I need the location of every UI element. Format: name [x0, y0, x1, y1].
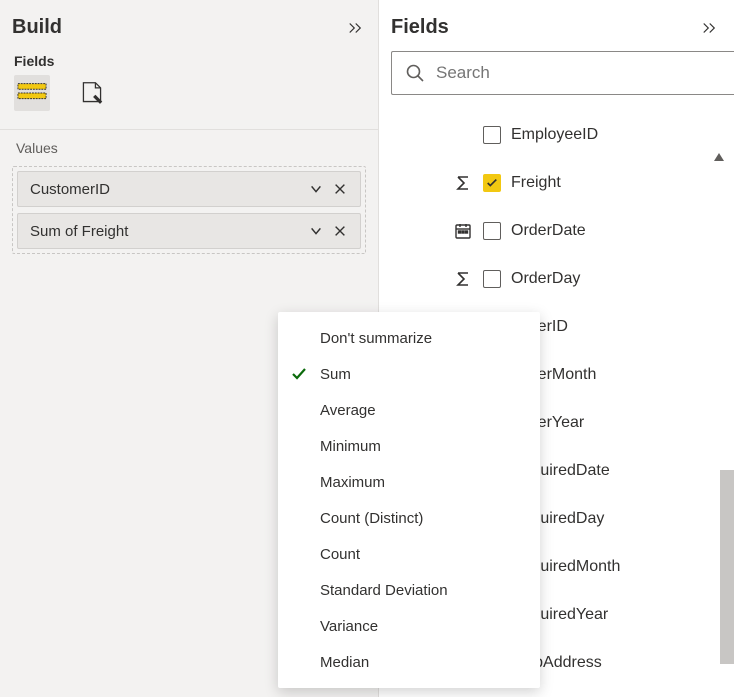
field-row[interactable]: EmployeeID	[391, 111, 734, 159]
value-pill[interactable]: CustomerID	[17, 171, 361, 207]
aggregation-option[interactable]: Don't summarize	[278, 320, 540, 356]
field-label: Freight	[511, 174, 561, 192]
aggregation-option-label: Average	[320, 402, 376, 419]
values-label: Values	[16, 140, 366, 156]
pill-remove-button[interactable]	[328, 219, 352, 243]
pill-dropdown-button[interactable]	[304, 177, 328, 201]
field-checkbox[interactable]	[483, 270, 501, 288]
table-visual-button[interactable]	[14, 75, 50, 111]
sigma-icon	[453, 270, 473, 288]
aggregation-menu: Don't summarize Sum Average Minimum Maximum C…	[278, 312, 540, 688]
build-title: Build	[12, 16, 62, 39]
aggregation-option[interactable]: Median	[278, 644, 540, 680]
scrollbar-thumb[interactable]	[720, 470, 734, 664]
aggregation-option-label: Sum	[320, 366, 351, 383]
aggregation-option[interactable]: Sum	[278, 356, 540, 392]
aggregation-option[interactable]: Maximum	[278, 464, 540, 500]
pill-dropdown-button[interactable]	[304, 219, 328, 243]
fields-title: Fields	[391, 16, 449, 39]
field-label: OrderDay	[511, 270, 580, 288]
field-checkbox[interactable]	[483, 174, 501, 192]
build-fields-label: Fields	[14, 53, 366, 69]
aggregation-option-label: Maximum	[320, 474, 385, 491]
aggregation-option-label: Count	[320, 546, 360, 563]
aggregation-option-label: Median	[320, 654, 369, 671]
aggregation-option[interactable]: Standard Deviation	[278, 572, 540, 608]
search-input[interactable]	[391, 51, 734, 95]
search-icon	[405, 63, 425, 88]
calendar-icon	[453, 222, 473, 240]
pill-remove-button[interactable]	[328, 177, 352, 201]
check-icon	[290, 365, 308, 387]
field-row[interactable]: OrderDate	[391, 207, 734, 255]
field-label: EmployeeID	[511, 126, 598, 144]
scroll-up-icon[interactable]	[714, 148, 724, 166]
aggregation-option[interactable]: Variance	[278, 608, 540, 644]
aggregation-option-label: Count (Distinct)	[320, 510, 423, 527]
aggregation-option-label: Minimum	[320, 438, 381, 455]
aggregation-option-label: Don't summarize	[320, 330, 432, 347]
collapse-fields-icon[interactable]	[698, 17, 720, 39]
field-row[interactable]: Freight	[391, 159, 734, 207]
aggregation-option-label: Variance	[320, 618, 378, 635]
value-pill[interactable]: Sum of Freight	[17, 213, 361, 249]
paginated-visual-button[interactable]	[74, 75, 110, 111]
collapse-build-icon[interactable]	[344, 17, 366, 39]
aggregation-option[interactable]: Count	[278, 536, 540, 572]
aggregation-option[interactable]: Average	[278, 392, 540, 428]
aggregation-option[interactable]: Minimum	[278, 428, 540, 464]
field-checkbox[interactable]	[483, 126, 501, 144]
field-checkbox[interactable]	[483, 222, 501, 240]
aggregation-option-label: Standard Deviation	[320, 582, 448, 599]
value-pill-label: CustomerID	[30, 181, 304, 198]
values-field-well[interactable]: CustomerID Sum of Freight	[12, 166, 366, 254]
field-row[interactable]: OrderDay	[391, 255, 734, 303]
field-label: OrderDate	[511, 222, 586, 240]
value-pill-label: Sum of Freight	[30, 223, 304, 240]
sigma-icon	[453, 174, 473, 192]
aggregation-option[interactable]: Count (Distinct)	[278, 500, 540, 536]
